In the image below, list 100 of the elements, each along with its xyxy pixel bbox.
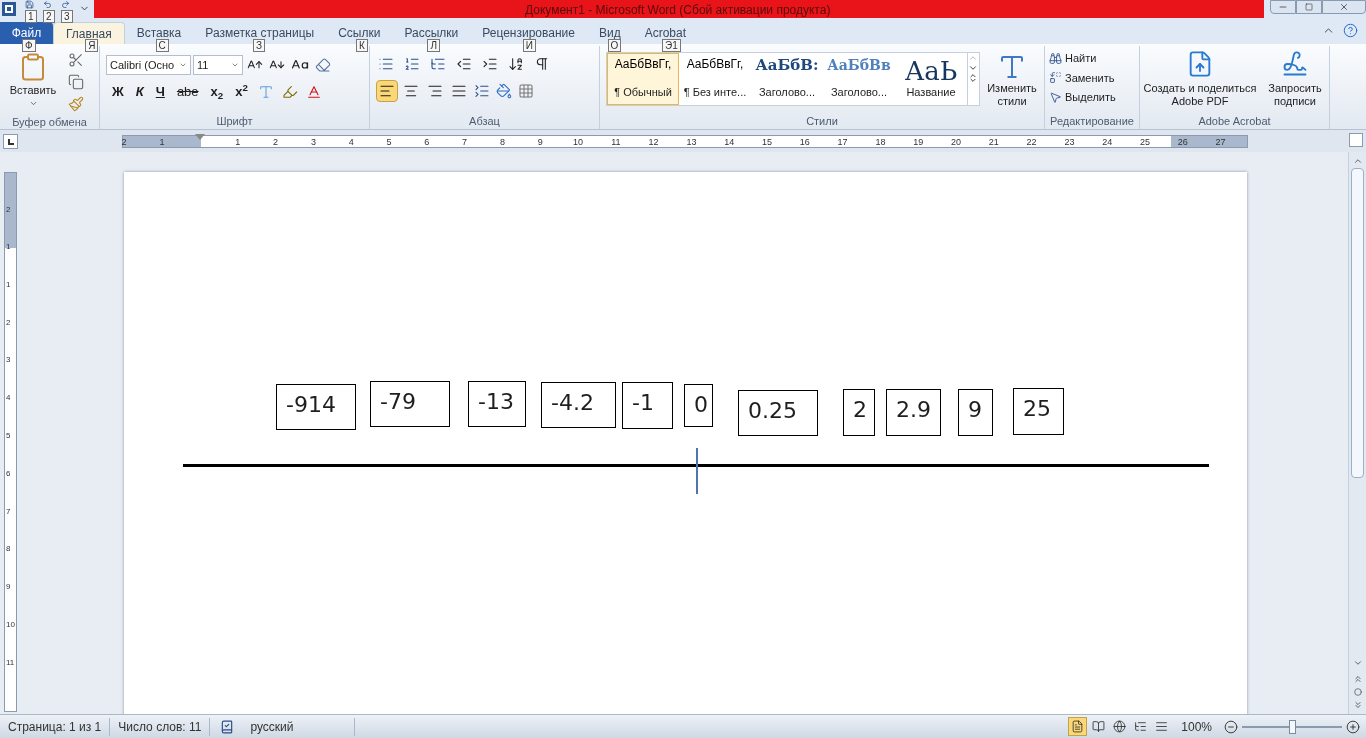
style-item[interactable]: АаБбВвГг, ¶ Без инте... <box>679 53 751 105</box>
font-name: Calibri (Осно <box>110 57 175 73</box>
format-button[interactable]: Ч <box>151 82 169 102</box>
group-label: Adobe Acrobat <box>1197 113 1272 129</box>
align-right-icon <box>427 83 443 99</box>
group-label: Абзац <box>468 113 501 129</box>
ruler-number: 27 <box>1215 136 1226 149</box>
group-label: Буфер обмена <box>11 115 88 130</box>
number-text-box: -13 <box>468 381 526 427</box>
word-count[interactable]: Число слов: 11 <box>110 717 211 736</box>
more-styles-icon[interactable] <box>968 73 979 83</box>
group-label: Редактирование <box>1049 113 1135 129</box>
binoculars-icon <box>1049 51 1062 65</box>
keytip: Ф <box>22 39 36 52</box>
language-status[interactable]: русский <box>244 717 355 736</box>
tab-selector-icon[interactable] <box>3 134 18 149</box>
page-count[interactable]: Страница: 1 из 1 <box>0 717 111 736</box>
ruler-number: 1 <box>235 136 241 149</box>
style-item[interactable]: АаЬ Название <box>895 53 967 105</box>
redo-icon[interactable] <box>61 0 70 9</box>
undo-icon[interactable] <box>43 0 52 9</box>
group-label: Шрифт <box>215 113 254 129</box>
number-text-box: 2.9 <box>886 389 941 436</box>
editing-button[interactable]: Выделить <box>1049 89 1135 106</box>
ruler-number: 8 <box>6 545 11 554</box>
help-icon[interactable] <box>1341 21 1360 40</box>
ruler-number: 5 <box>386 136 392 149</box>
acrobat-button[interactable]: Создать и поделиться Adobe PDF <box>1140 50 1260 113</box>
style-item[interactable]: АаБбВв Заголово... <box>823 53 895 105</box>
ruler-number: 2 <box>273 136 279 149</box>
clear-formatting-icon[interactable] <box>313 55 333 75</box>
zoom-slider[interactable] <box>1242 718 1342 735</box>
acrobat-button[interactable]: Запросить подписи <box>1264 50 1326 113</box>
ruler-number: 10 <box>573 136 583 149</box>
ruler-number: 6 <box>6 469 11 478</box>
ruler-number: 13 <box>686 136 697 149</box>
change-styles-button[interactable]: Изменить стили <box>986 52 1038 108</box>
style-item[interactable]: АаБбВ: Заголово... <box>751 53 823 105</box>
number-text-box: 0.25 <box>738 390 818 436</box>
ruler-number: 1 <box>6 280 11 289</box>
ruler-number: 24 <box>1102 136 1113 149</box>
ruler-number: 2 <box>6 318 11 327</box>
format-button[interactable]: abe <box>172 82 203 102</box>
ruler-number: 12 <box>648 136 659 149</box>
next-page-icon <box>1352 700 1363 710</box>
font-name-field[interactable]: Calibri (Осно <box>106 55 191 75</box>
number-text-box: -4.2 <box>541 382 616 428</box>
caret-icon <box>179 61 187 69</box>
style-item[interactable]: АаБбВвГг, ¶ Обычный <box>607 53 679 105</box>
format-button[interactable]: x$_{2}$ <box>206 82 228 102</box>
scroll-up-icon <box>1352 156 1363 166</box>
indent-marker-icon[interactable] <box>195 134 205 140</box>
borders-icon[interactable] <box>516 81 536 101</box>
ruler-number: 15 <box>762 136 772 149</box>
lines-icon <box>1155 720 1169 733</box>
editing-button[interactable]: Заменить <box>1049 69 1135 86</box>
minimize-button[interactable] <box>1270 0 1296 14</box>
ruler-number: 5 <box>6 432 11 440</box>
ruler-number: 23 <box>1064 136 1075 149</box>
copy-icon[interactable] <box>66 72 86 92</box>
ruler-number: 14 <box>724 136 735 149</box>
maximize-icon <box>1305 3 1313 11</box>
previous-page-icon <box>1352 674 1363 684</box>
ruler-number: 4 <box>348 136 354 149</box>
maximize-button[interactable] <box>1296 0 1322 14</box>
ruler-view-icon[interactable] <box>1349 133 1363 147</box>
format-button[interactable]: x$^{2}$ <box>231 82 252 102</box>
editing-button[interactable]: Найти <box>1049 50 1135 67</box>
format-button[interactable]: К <box>131 82 148 102</box>
scroll-down-icon <box>1352 658 1363 668</box>
window-title: Документ1 - Microsoft Word (Сбой активации продукта) <box>525 2 831 19</box>
ruler-number: 11 <box>6 658 15 667</box>
close-icon <box>1339 2 1349 12</box>
vertical-scrollbar[interactable] <box>1348 152 1366 714</box>
number-text-box: 0 <box>684 384 713 427</box>
font-size-field[interactable]: 11 <box>193 55 243 75</box>
shading-icon[interactable] <box>494 81 514 101</box>
ruler-number: 25 <box>1140 136 1150 149</box>
format-painter-icon[interactable] <box>66 94 86 114</box>
number-text-box: 9 <box>958 389 993 436</box>
scrollbar-thumb[interactable] <box>1351 168 1364 478</box>
view-button[interactable] <box>1068 717 1088 736</box>
save-icon[interactable] <box>25 0 34 9</box>
number-text-box: 2 <box>843 389 875 436</box>
zoom-level[interactable]: 100% <box>1173 717 1220 736</box>
align-center-icon <box>403 83 419 99</box>
align-left-icon <box>379 83 395 99</box>
keytip: С <box>155 39 169 52</box>
align-button[interactable] <box>376 80 398 102</box>
ruler-number: 7 <box>462 136 468 149</box>
ruler-number: 11 <box>611 136 621 149</box>
ruler-number: 19 <box>913 136 924 149</box>
format-button[interactable]: Ж <box>108 82 128 102</box>
book-icon <box>1092 720 1106 733</box>
ruler-number: 7 <box>6 507 11 516</box>
spell-check-icon[interactable] <box>220 719 235 734</box>
ruler-number: 10 <box>6 621 15 629</box>
close-button[interactable] <box>1322 0 1366 14</box>
scroll-down-icon[interactable] <box>968 63 979 73</box>
zoom-thumb[interactable] <box>1289 719 1296 734</box>
